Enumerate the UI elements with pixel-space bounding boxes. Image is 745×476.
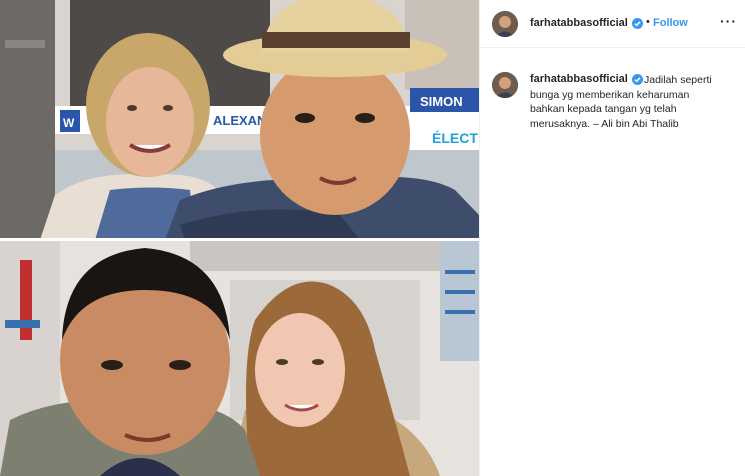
separator-dot: • [646, 16, 650, 28]
caption-avatar[interactable] [492, 72, 518, 98]
photo-collage: W ALEXAN SIMON ÉLECT [0, 0, 479, 476]
caption-text: Jadilah seperti bunga yg memberikan keha… [530, 74, 712, 130]
more-options-icon[interactable]: ··· [720, 13, 737, 29]
follow-button[interactable]: Follow [653, 17, 688, 29]
profile-avatar[interactable] [492, 11, 518, 37]
banner-text-4: ÉLECT [432, 130, 478, 146]
top-selfie: W ALEXAN SIMON ÉLECT [0, 0, 479, 240]
avatar-image [492, 72, 518, 98]
bottom-selfie [0, 241, 479, 476]
avatar-image [492, 11, 518, 37]
banner-text-2: ALEXAN [213, 113, 266, 128]
banner-text-1: W [63, 116, 75, 130]
post-side-panel: farhatabbasofficial • Follow ··· farhata… [480, 0, 745, 476]
post-header: farhatabbasofficial • Follow ··· [480, 0, 745, 48]
banner-text-3: SIMON [420, 94, 463, 109]
verified-badge-icon [632, 18, 643, 29]
username-link[interactable]: farhatabbasofficial [530, 17, 628, 29]
post-image[interactable]: W ALEXAN SIMON ÉLECT [0, 0, 479, 476]
